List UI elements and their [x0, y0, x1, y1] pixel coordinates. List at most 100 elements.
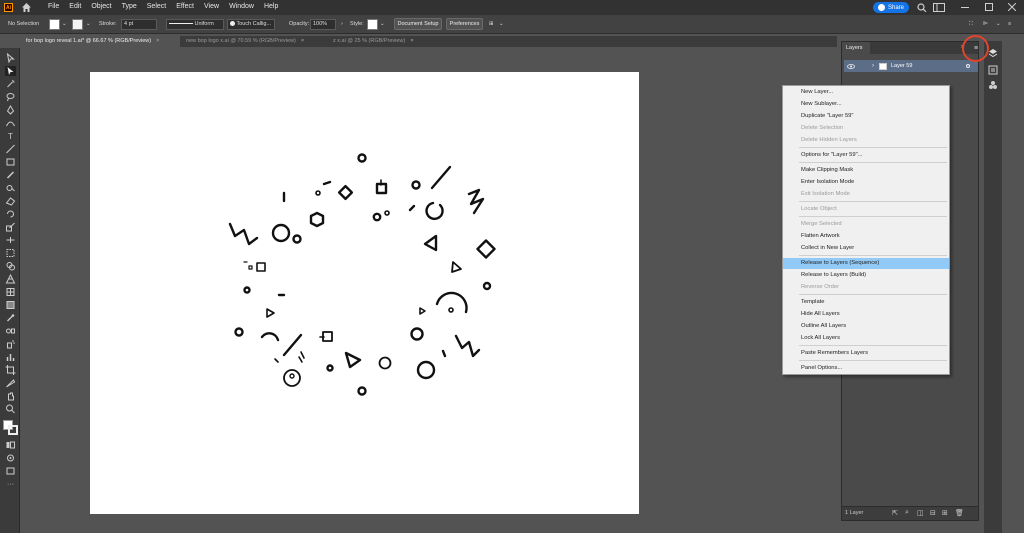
- blend-tool-icon[interactable]: [5, 326, 16, 336]
- menu-select[interactable]: Select: [147, 3, 166, 10]
- close-icon[interactable]: ×: [410, 38, 413, 44]
- shape-line[interactable]: [274, 351, 305, 363]
- maximize-icon[interactable]: [985, 3, 993, 11]
- menu-item-flatten-artwork[interactable]: Flatten Artwork: [783, 231, 949, 242]
- tab-document-1[interactable]: for bop logo reveal 1.ai* @ 66.67 % (RGB…: [22, 36, 180, 47]
- opacity-field[interactable]: 100%: [310, 19, 336, 30]
- line-tool-icon[interactable]: [5, 144, 16, 154]
- menu-item-release-to-layers-sequence[interactable]: Release to Layers (Sequence): [783, 258, 949, 269]
- shape-circle[interactable]: [482, 281, 492, 291]
- menu-item-hide-all-layers[interactable]: Hide All Layers: [783, 309, 949, 320]
- shape-line[interactable]: [282, 333, 303, 357]
- free-transform-icon[interactable]: [5, 248, 16, 258]
- shape-triangle[interactable]: [344, 351, 362, 369]
- menu-view[interactable]: View: [204, 3, 219, 10]
- chevron-down-icon[interactable]: ⌄: [499, 19, 504, 30]
- more-tools-icon[interactable]: ···: [5, 479, 16, 489]
- shape-circle[interactable]: [271, 223, 291, 243]
- lasso-icon[interactable]: [5, 92, 16, 102]
- chevron-down-icon[interactable]: ⌄: [86, 19, 91, 30]
- shape-circle[interactable]: [289, 373, 295, 379]
- menu-type[interactable]: Type: [122, 3, 137, 10]
- eraser-icon[interactable]: [5, 196, 16, 206]
- rotate-tool-icon[interactable]: [5, 209, 16, 219]
- selection-tool-icon[interactable]: [5, 53, 16, 63]
- shape-circle[interactable]: [326, 364, 334, 372]
- rectangle-tool-icon[interactable]: [5, 157, 16, 167]
- pen-tool-icon[interactable]: [5, 105, 16, 115]
- direct-selection-tool-icon[interactable]: [5, 66, 16, 76]
- properties-icon[interactable]: [988, 65, 998, 75]
- home-icon[interactable]: [21, 2, 32, 13]
- target-icon[interactable]: [966, 64, 970, 68]
- menu-item-new-sublayer[interactable]: New Sublayer...: [783, 99, 949, 110]
- menu-window[interactable]: Window: [229, 3, 254, 10]
- shape-circle[interactable]: [292, 234, 302, 244]
- shape-circle[interactable]: [243, 286, 251, 294]
- menu-item-paste-remembers-layers[interactable]: Paste Remembers Layers: [783, 348, 949, 359]
- shape-circle[interactable]: [378, 356, 392, 370]
- menu-file[interactable]: File: [48, 3, 59, 10]
- shape-triangle[interactable]: [266, 308, 275, 318]
- shape-line[interactable]: [430, 165, 452, 190]
- chevron-down-icon[interactable]: ⌄: [380, 19, 385, 30]
- screen-mode-icon[interactable]: [5, 466, 16, 476]
- stroke-weight-field[interactable]: 4 pt: [121, 19, 157, 30]
- layers-icon[interactable]: [988, 48, 998, 58]
- shape-circle[interactable]: [411, 180, 421, 190]
- shape-diamond[interactable]: [476, 239, 496, 259]
- artboard[interactable]: [90, 72, 639, 514]
- zoom-tool-icon[interactable]: [5, 404, 16, 414]
- arrange-documents-icon[interactable]: ⛶: [969, 19, 973, 30]
- shape-square[interactable]: [256, 262, 266, 272]
- curvature-tool-icon[interactable]: [5, 118, 16, 128]
- eyedropper-icon[interactable]: [5, 313, 16, 323]
- column-graph-icon[interactable]: [5, 352, 16, 362]
- draw-mode-icon[interactable]: [5, 453, 16, 463]
- shape-circle[interactable]: [357, 153, 367, 163]
- shape-line[interactable]: [408, 204, 416, 212]
- perspective-grid-icon[interactable]: [5, 274, 16, 284]
- chevron-right-icon[interactable]: ›: [872, 63, 874, 69]
- shape-line[interactable]: [322, 180, 332, 186]
- paintbrush-icon[interactable]: [5, 170, 16, 180]
- menu-item-panel-options[interactable]: Panel Options...: [783, 363, 949, 374]
- menu-effect[interactable]: Effect: [176, 3, 194, 10]
- chevron-down-icon[interactable]: ⌄: [62, 19, 67, 30]
- menu-object[interactable]: Object: [91, 3, 111, 10]
- layer-name[interactable]: Layer 59: [891, 63, 912, 69]
- artboard-tool-icon[interactable]: [5, 365, 16, 375]
- symbol-sprayer-icon[interactable]: [5, 339, 16, 349]
- minimize-icon[interactable]: [961, 7, 969, 9]
- new-sublayer-icon[interactable]: ⊟: [930, 509, 936, 517]
- stroke-color-swatch[interactable]: [8, 425, 18, 435]
- gradient-tool-icon[interactable]: [5, 300, 16, 310]
- shape-circle[interactable]: [357, 386, 367, 396]
- width-tool-icon[interactable]: [5, 235, 16, 245]
- type-tool-icon[interactable]: T: [5, 131, 16, 141]
- locate-icon[interactable]: ⌕: [905, 509, 909, 517]
- fill-swatch[interactable]: [49, 19, 60, 30]
- chevron-down-icon[interactable]: ⌄: [996, 19, 1001, 30]
- slice-tool-icon[interactable]: [5, 378, 16, 388]
- menu-item-collect-in-new-layer[interactable]: Collect in New Layer: [783, 243, 949, 254]
- menu-item-template[interactable]: Template: [783, 297, 949, 308]
- shape-arc[interactable]: [260, 332, 280, 342]
- clipping-mask-icon[interactable]: ◫: [917, 509, 924, 517]
- eye-icon[interactable]: [847, 63, 855, 69]
- menu-help[interactable]: Help: [264, 3, 278, 10]
- shape-zigzag[interactable]: [228, 222, 259, 246]
- shaper-tool-icon[interactable]: [5, 183, 16, 193]
- panel-menu-icon[interactable]: ≡: [1008, 19, 1011, 30]
- menu-item-layer-options[interactable]: Options for "Layer 59"...: [783, 150, 949, 161]
- style-swatch[interactable]: [367, 19, 378, 30]
- menu-item-outline-all-layers[interactable]: Outline All Layers: [783, 321, 949, 332]
- shape-builder-icon[interactable]: [5, 261, 16, 271]
- arrange-icon[interactable]: ⊞: [489, 19, 494, 30]
- symbols-icon[interactable]: [988, 80, 998, 90]
- shape-hexagon[interactable]: [309, 211, 325, 228]
- shape-diamond[interactable]: [337, 184, 354, 201]
- shape-circle[interactable]: [416, 360, 436, 380]
- tab-layers[interactable]: Layers: [842, 42, 870, 54]
- shape-triangle[interactable]: [419, 307, 426, 315]
